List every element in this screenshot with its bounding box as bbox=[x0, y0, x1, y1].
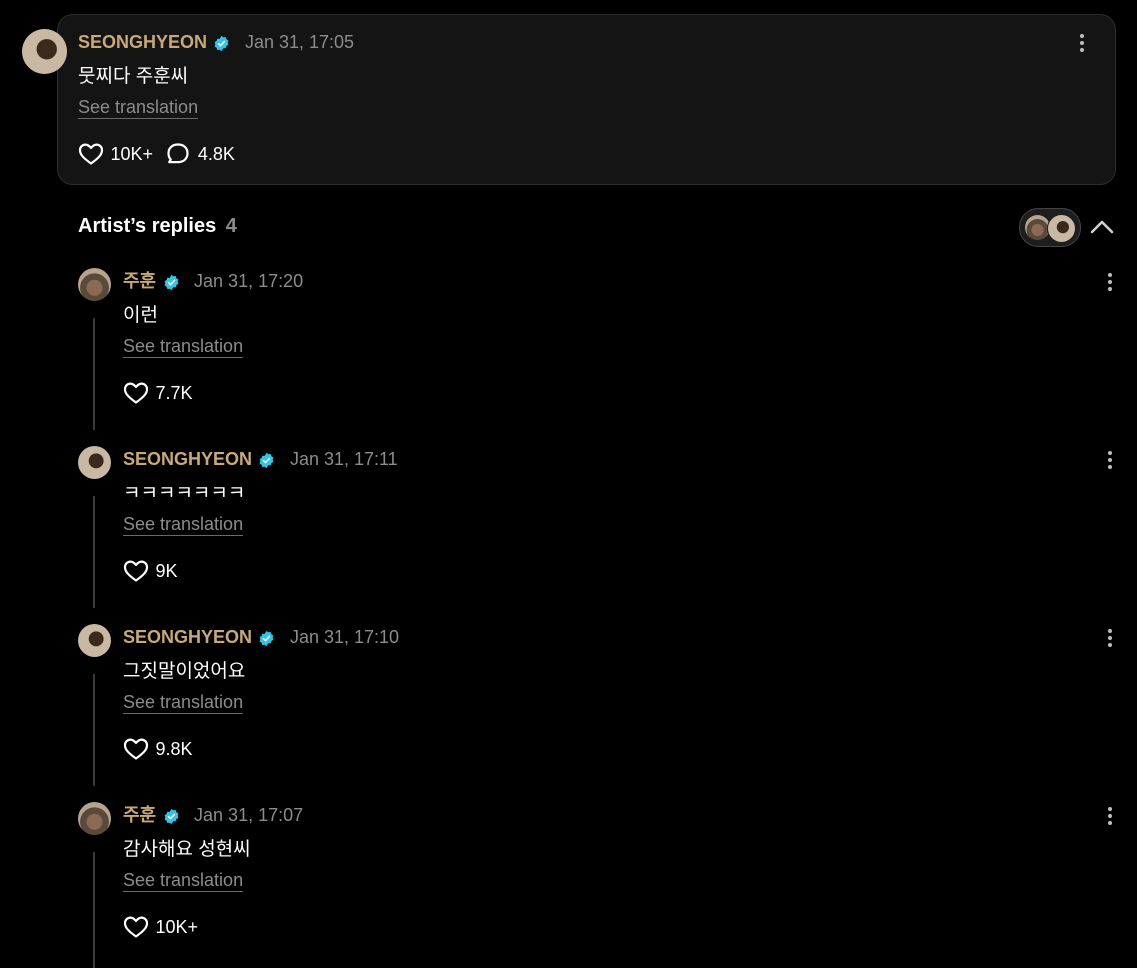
thread-line bbox=[93, 496, 95, 608]
reply-stats: 9.8K bbox=[123, 737, 192, 761]
like-count: 10K+ bbox=[110, 144, 153, 164]
reply-stats: 7.7K bbox=[123, 381, 192, 405]
reply-text: ㅋㅋㅋㅋㅋㅋㅋ bbox=[123, 483, 246, 504]
reply-date: Jan 31, 17:11 bbox=[289, 449, 398, 469]
replies-title: Artist’s replies bbox=[78, 215, 217, 237]
verified-icon bbox=[215, 36, 229, 52]
avatar bbox=[1047, 214, 1076, 243]
heart-icon[interactable] bbox=[123, 381, 149, 405]
author-name[interactable]: SEONGHYEON bbox=[123, 449, 252, 469]
replies-header: Artist’s replies 4 bbox=[78, 215, 237, 238]
reply-header: SEONGHYEON Jan 31, 17:11 bbox=[123, 448, 398, 472]
chevron-up-icon[interactable] bbox=[1089, 218, 1115, 236]
thread-line bbox=[93, 852, 95, 968]
more-icon[interactable] bbox=[1107, 629, 1113, 650]
see-translation-wrap: See translation bbox=[78, 97, 199, 119]
thread-line bbox=[93, 674, 95, 786]
avatar[interactable] bbox=[78, 446, 111, 479]
reply-date: Jan 31, 17:07 bbox=[194, 805, 304, 825]
verified-icon bbox=[260, 453, 274, 469]
see-translation-link[interactable]: See translation bbox=[123, 692, 244, 714]
reply-text: 이런 bbox=[123, 305, 158, 326]
author-name[interactable]: SEONGHYEON bbox=[123, 627, 252, 647]
reply-stats: 9K bbox=[123, 559, 177, 583]
like-count: 9.8K bbox=[155, 739, 193, 759]
see-translation-wrap: See translation bbox=[123, 692, 244, 714]
see-translation-wrap: See translation bbox=[123, 336, 244, 358]
post-date: Jan 31, 17:05 bbox=[244, 32, 355, 52]
like-count: 9K bbox=[155, 561, 178, 581]
more-icon[interactable] bbox=[1107, 451, 1113, 472]
verified-icon bbox=[164, 809, 178, 825]
avatar[interactable] bbox=[78, 802, 111, 835]
verified-icon bbox=[164, 275, 178, 291]
heart-icon[interactable] bbox=[123, 559, 149, 583]
author-name[interactable]: SEONGHYEON bbox=[78, 32, 207, 52]
see-translation-wrap: See translation bbox=[123, 870, 244, 892]
artist-avatars[interactable] bbox=[1019, 208, 1081, 247]
author-name[interactable]: 주훈 bbox=[123, 805, 156, 825]
reply-header: SEONGHYEON Jan 31, 17:10 bbox=[123, 626, 399, 650]
verified-icon bbox=[260, 631, 274, 647]
see-translation-link[interactable]: See translation bbox=[123, 514, 244, 536]
reply-date: Jan 31, 17:20 bbox=[194, 271, 304, 291]
comment-icon[interactable] bbox=[165, 142, 191, 166]
see-translation-link[interactable]: See translation bbox=[78, 97, 199, 119]
replies-count: 4 bbox=[225, 215, 237, 237]
thread-line bbox=[93, 318, 95, 430]
avatar[interactable] bbox=[78, 268, 111, 301]
author-name[interactable]: 주훈 bbox=[123, 271, 156, 291]
like-count: 7.7K bbox=[155, 383, 193, 403]
like-count: 10K+ bbox=[155, 917, 198, 937]
see-translation-link[interactable]: See translation bbox=[123, 336, 244, 358]
reply-text: 감사해요 성현씨 bbox=[123, 839, 251, 860]
comment-count: 4.8K bbox=[197, 144, 235, 164]
avatar[interactable] bbox=[78, 624, 111, 657]
post-header: SEONGHYEON Jan 31, 17:05 bbox=[78, 31, 354, 55]
reply-stats: 10K+ bbox=[123, 915, 198, 939]
avatar[interactable] bbox=[22, 29, 67, 74]
see-translation-wrap: See translation bbox=[123, 514, 244, 536]
more-icon[interactable] bbox=[1079, 34, 1085, 55]
more-icon[interactable] bbox=[1107, 273, 1113, 294]
more-icon[interactable] bbox=[1107, 807, 1113, 828]
reply-header: 주훈 Jan 31, 17:07 bbox=[123, 804, 303, 828]
heart-icon[interactable] bbox=[123, 915, 149, 939]
post-text: 뭇찌다 주훈씨 bbox=[78, 66, 189, 87]
reply-header: 주훈 Jan 31, 17:20 bbox=[123, 270, 303, 294]
reply-text: 그짓말이었어요 bbox=[123, 661, 246, 682]
post-stats: 10K+ 4.8K bbox=[78, 142, 235, 166]
reply-date: Jan 31, 17:10 bbox=[289, 627, 400, 647]
heart-icon[interactable] bbox=[123, 737, 149, 761]
see-translation-link[interactable]: See translation bbox=[123, 870, 244, 892]
heart-icon[interactable] bbox=[78, 142, 104, 166]
